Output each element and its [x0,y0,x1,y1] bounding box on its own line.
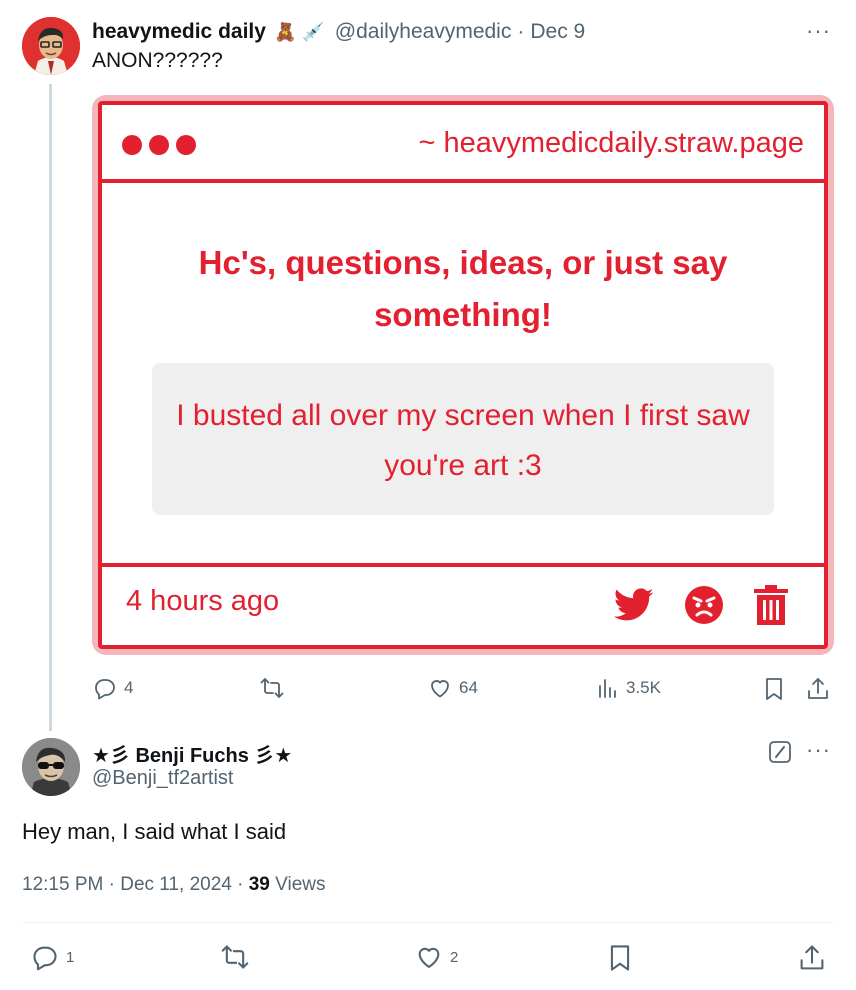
card-heading: Hc's, questions, ideas, or just say some… [198,244,728,333]
tweet2-views-label: Views [275,874,326,895]
teddy-bear-icon: 🧸 [273,21,297,42]
tweet1-date[interactable]: Dec 9 [530,20,585,44]
tweet1-header: heavymedic daily 🧸 💉 @dailyheavymedic · … [92,18,585,46]
separator-dot: · [108,874,115,895]
tweet2-handle[interactable]: @Benji_tf2artist [92,767,233,790]
avatar-illustration [22,738,80,796]
tweet2-meta: 12:15 PM · Dec 11, 2024 · 39 Views [22,874,326,896]
card-footer: 4 hours ago [102,563,824,645]
avatar-illustration [22,17,80,75]
heart-icon [418,947,440,968]
tweet2-time[interactable]: 12:15 PM [22,874,103,895]
reply-count: 4 [124,678,134,697]
reply-button[interactable]: 1 [30,943,74,971]
retweet-icon [260,678,284,698]
retweet-button[interactable] [259,676,285,700]
reply-icon [95,679,115,700]
reply-count: 1 [66,948,75,966]
heart-icon [431,680,449,698]
tweet1-image[interactable]: ~ heavymedicdaily.straw.page Hc's, quest… [92,95,834,655]
reply-button[interactable]: 4 [92,676,133,700]
card-icons [614,585,788,625]
tweet2-views-count: 39 [248,874,270,895]
tweet2-date[interactable]: Dec 11, 2024 [120,874,232,895]
bookmark-icon [610,945,630,971]
separator-dot: · [237,874,244,895]
separator-dot: · [517,20,525,43]
grok-icon[interactable] [768,740,792,769]
card-url: ~ heavymedicdaily.straw.page [418,127,804,159]
card-titlebar: ~ heavymedicdaily.straw.page [102,105,824,183]
avatar-heavymedic[interactable] [22,17,80,75]
retweet-icon [221,945,249,969]
angry-face-icon [685,586,723,624]
reply-icon [33,946,57,971]
share-button[interactable] [806,676,830,702]
divider [22,922,834,923]
tweet2-text: Hey man, I said what I said [22,819,287,844]
syringe-icon: 💉 [302,21,325,42]
like-count: 64 [459,678,478,697]
share-icon [800,945,824,970]
bookmark-button[interactable] [606,943,634,973]
tweet1-text: ANON?????? [92,49,223,72]
straw-page-card: ~ heavymedicdaily.straw.page Hc's, quest… [98,101,828,649]
share-icon [808,678,828,699]
tweet2-actions: 1 2 [22,943,834,973]
card-time: 4 hours ago [126,585,280,617]
twitter-icon [614,588,654,621]
tweet1-actions: 4 64 3.5K [92,676,834,704]
tweet1-handle[interactable]: @dailyheavymedic [335,20,512,44]
bookmark-button[interactable] [762,676,786,702]
tweet1-author-name[interactable]: heavymedic daily [92,20,266,44]
like-count: 2 [450,948,459,966]
card-message: I busted all over my screen when I first… [152,363,774,515]
trash-icon [754,585,788,625]
share-button[interactable] [798,943,826,973]
views-chart-icon [599,679,616,698]
like-button[interactable]: 64 [427,676,478,700]
window-dots-icon [122,135,196,155]
like-button[interactable]: 2 [414,943,458,971]
thread-connector [49,84,52,731]
views-count: 3.5K [626,678,661,697]
bookmark-icon [766,678,782,700]
views-button[interactable]: 3.5K [596,676,661,700]
more-options-icon[interactable]: ··· [806,18,831,44]
more-options-icon[interactable]: ··· [806,737,831,763]
retweet-button[interactable] [220,943,250,971]
avatar-benji[interactable] [22,738,80,796]
tweet2-author-name[interactable]: ★彡 Benji Fuchs 彡★ [92,739,292,768]
